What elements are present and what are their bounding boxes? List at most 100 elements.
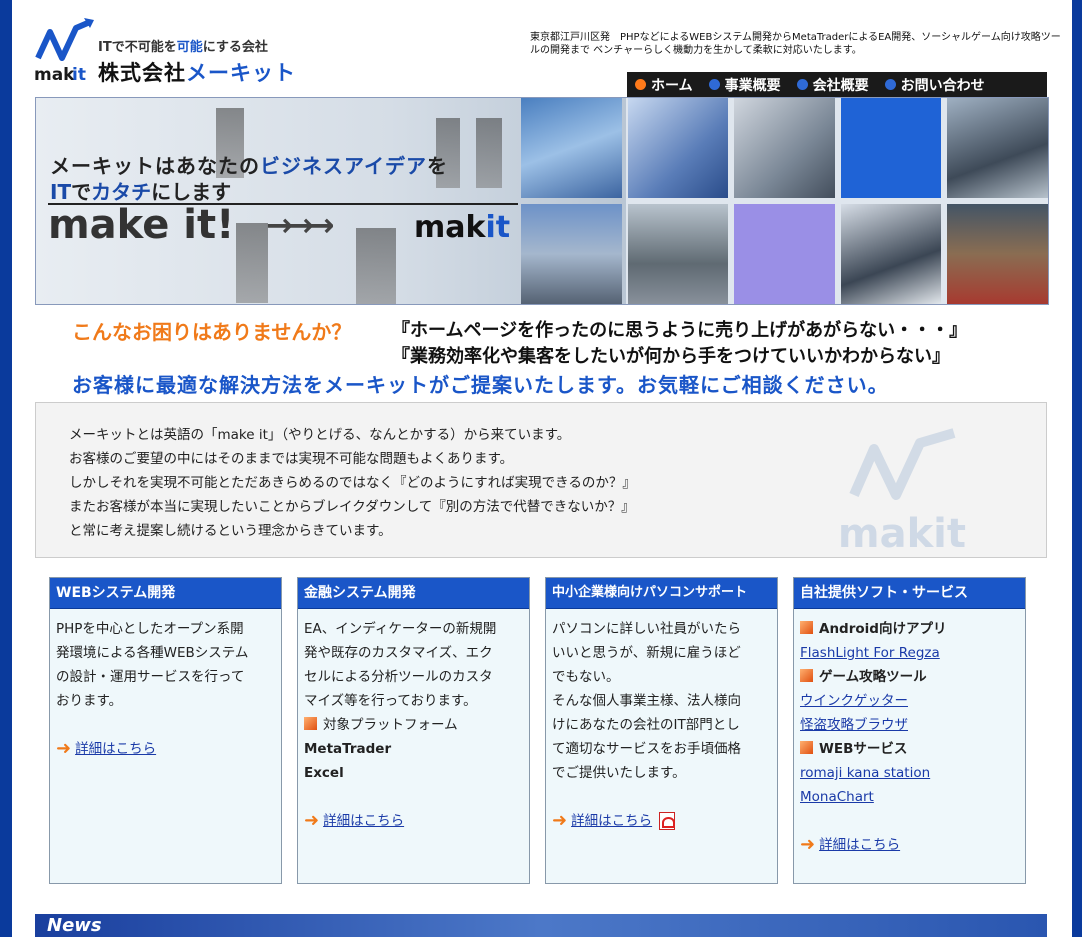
- own-category-android: Android向けアプリ: [800, 617, 1019, 641]
- service-box-web: WEBシステム開発 PHPを中心としたオープン系開 発環境による各種WEBシステ…: [49, 577, 282, 884]
- link-romaji-kana[interactable]: romaji kana station: [800, 761, 1019, 785]
- trouble-question: こんなお困りはありませんか？: [72, 320, 352, 344]
- nav-contact[interactable]: お問い合わせ: [877, 75, 993, 95]
- header-intro: 東京都江戸川区発 PHPなどによるWEBシステム開発からMetaTraderによ…: [530, 32, 1061, 56]
- platform-excel: Excel: [304, 765, 344, 781]
- box-own-more: ➜ 詳細はこちら: [800, 833, 1019, 857]
- service-box-finance: 金融システム開発 EA、インディケーターの新規開 発や既存のカスタマイズ、エク …: [297, 577, 530, 884]
- platform-heading: 対象プラットフォーム: [304, 713, 523, 737]
- trouble-quote-2: 『業務効率化や集客をしたいが何から手をつけていいかわからない』: [392, 346, 950, 367]
- banner-l1-b: ビジネスアイデア: [260, 154, 427, 178]
- tagline-part2: 可能: [176, 40, 203, 55]
- box-support-more-link[interactable]: 詳細はこちら: [571, 809, 652, 833]
- banner-photo: [356, 228, 396, 304]
- banner-l2-c: カタチ: [91, 180, 152, 204]
- box-own-more-link[interactable]: 詳細はこちら: [819, 833, 900, 857]
- arrow-right-icon: ➜: [800, 834, 816, 855]
- makit-logo-icon[interactable]: mak it: [32, 18, 96, 84]
- banner-l1-a: メーキットはあなたの: [50, 154, 260, 178]
- watermark-text: makit: [837, 511, 966, 557]
- box-support-line: でもない。: [552, 669, 620, 685]
- photo-tile-city: [947, 204, 1048, 304]
- tagline-part1: ITで不可能を: [98, 40, 177, 55]
- orange-square-icon: [800, 621, 813, 634]
- link-winkgetter[interactable]: ウインクゲッター: [800, 689, 1019, 713]
- own-cat3-label: WEBサービス: [819, 741, 908, 757]
- arrow-right-icon: ➜: [304, 810, 320, 831]
- banner-photo: [236, 223, 268, 303]
- box-own-title: 自社提供ソフト・サービス: [794, 578, 1025, 609]
- about-line-1: メーキットとは英語の「make it」（やりとげる、なんとかする）から来ています…: [69, 427, 571, 443]
- platform-metatrader: MetaTrader: [304, 741, 392, 757]
- box-web-line: 発環境による各種WEBシステム: [56, 645, 249, 661]
- pdf-icon[interactable]: [659, 812, 676, 830]
- news-title: News: [47, 915, 102, 936]
- company-part2: メーキット: [186, 61, 296, 85]
- hero-banner: メーキットはあなたのビジネスアイデアを ITでカタチにします make it! …: [35, 97, 1049, 305]
- bullet-icon: [635, 79, 646, 90]
- box-finance-more-link[interactable]: 詳細はこちら: [323, 809, 404, 833]
- about-line-2: お客様のご要望の中にはそのままでは実現不可能な問題もよくあります。: [69, 451, 514, 467]
- nav-business-label: 事業概要: [724, 77, 781, 94]
- box-support-body: パソコンに詳しい社員がいたら いいと思うが、新規に雇うほど でもない。 そんな個…: [546, 609, 777, 841]
- bullet-icon: [708, 79, 720, 90]
- nav-home[interactable]: ホーム: [627, 75, 701, 95]
- own-cat1-label: Android向けアプリ: [819, 621, 947, 637]
- box-support-line: けにあなたの会社のIT部門とし: [552, 717, 740, 733]
- box-web-body: PHPを中心としたオープン系開 発環境による各種WEBシステム の設計・運用サー…: [50, 609, 281, 769]
- orange-square-icon: [800, 741, 813, 754]
- main-nav: ホーム 事業概要 会社概要 お問い合わせ: [627, 72, 1047, 97]
- box-own-body: Android向けアプリ FlashLight For Regza ゲーム攻略ツ…: [794, 609, 1025, 865]
- photo-tile-building: [521, 98, 622, 198]
- link-kaito-browser[interactable]: 怪盗攻略ブラウザ: [800, 713, 1019, 737]
- page: mak it ITで不可能を可能にする会社 株式会社メーキット 東京都江戸川区発…: [12, 0, 1072, 937]
- banner-logo: makit: [414, 210, 510, 245]
- about-line-5: と常に考え提案し続けるという理念からきています。: [69, 523, 392, 539]
- banner-photo: [476, 118, 502, 188]
- banner-photo-grid: [521, 98, 1048, 304]
- box-web-title: WEBシステム開発: [50, 578, 281, 609]
- own-cat2-label: ゲーム攻略ツール: [819, 669, 927, 685]
- banner-logo-b: it: [485, 210, 511, 245]
- bullet-icon: [884, 79, 896, 90]
- nav-business[interactable]: 事業概要: [701, 75, 789, 95]
- nav-company-label: 会社概要: [812, 77, 869, 94]
- own-category-web: WEBサービス: [800, 737, 1019, 761]
- svg-text:mak: mak: [34, 65, 75, 84]
- service-box-support: 中小企業様向けパソコンサポート パソコンに詳しい社員がいたら いいと思うが、新規…: [545, 577, 778, 884]
- box-finance-more: ➜ 詳細はこちら: [304, 809, 523, 833]
- link-flashlight[interactable]: FlashLight For Regza: [800, 641, 1019, 665]
- tagline: ITで不可能を可能にする会社: [98, 36, 268, 55]
- photo-tile-card: [734, 98, 835, 198]
- photo-tile-purple: [734, 204, 835, 304]
- banner-l1-c: を: [427, 154, 448, 178]
- box-finance-body: EA、インディケーターの新規開 発や既存のカスタマイズ、エク セルによる分析ツー…: [298, 609, 529, 841]
- about-line-4: またお客様が本当に実現したいことからブレイクダウンして『別の方法で代替できないか…: [69, 499, 635, 515]
- about-line-3: しかしそれを実現不可能とただあきらめるのではなく『どのようにすれば実現できるのか…: [69, 475, 636, 491]
- platform-label: 対象プラットフォーム: [323, 717, 458, 733]
- box-web-line: PHPを中心としたオープン系開: [56, 621, 244, 637]
- photo-tile-business: [947, 98, 1048, 198]
- box-finance-line: EA、インディケーターの新規開: [304, 621, 497, 637]
- nav-home-label: ホーム: [651, 77, 693, 94]
- box-support-line: いいと思うが、新規に雇うほど: [552, 645, 741, 661]
- box-web-line: おります。: [56, 693, 123, 709]
- box-web-more-link[interactable]: 詳細はこちら: [75, 737, 156, 761]
- banner-make-it: make it!: [48, 202, 235, 248]
- nav-company[interactable]: 会社概要: [789, 75, 877, 95]
- trouble-quote-1: 『ホームページを作ったのに思うように売り上げがあがらない・・・』: [392, 320, 968, 341]
- about-box: メーキットとは英語の「make it」（やりとげる、なんとかする）から来ています…: [35, 402, 1047, 558]
- box-web-line: の設計・運用サービスを行って: [56, 669, 245, 685]
- banner-l2-d: にします: [151, 180, 232, 204]
- banner-logo-a: mak: [414, 210, 486, 245]
- banner-headline-2: ITでカタチにします: [50, 176, 231, 205]
- photo-tile-blue: [840, 98, 942, 198]
- news-header: News: [35, 914, 1047, 937]
- tagline-part3: にする会社: [202, 40, 268, 55]
- makit-watermark-icon: [849, 428, 956, 500]
- box-support-more: ➜ 詳細はこちら: [552, 809, 771, 833]
- bullet-icon: [796, 79, 808, 90]
- link-monachart[interactable]: MonaChart: [800, 785, 1019, 809]
- box-web-more: ➜ 詳細はこちら: [56, 737, 275, 761]
- svg-text:it: it: [72, 65, 86, 84]
